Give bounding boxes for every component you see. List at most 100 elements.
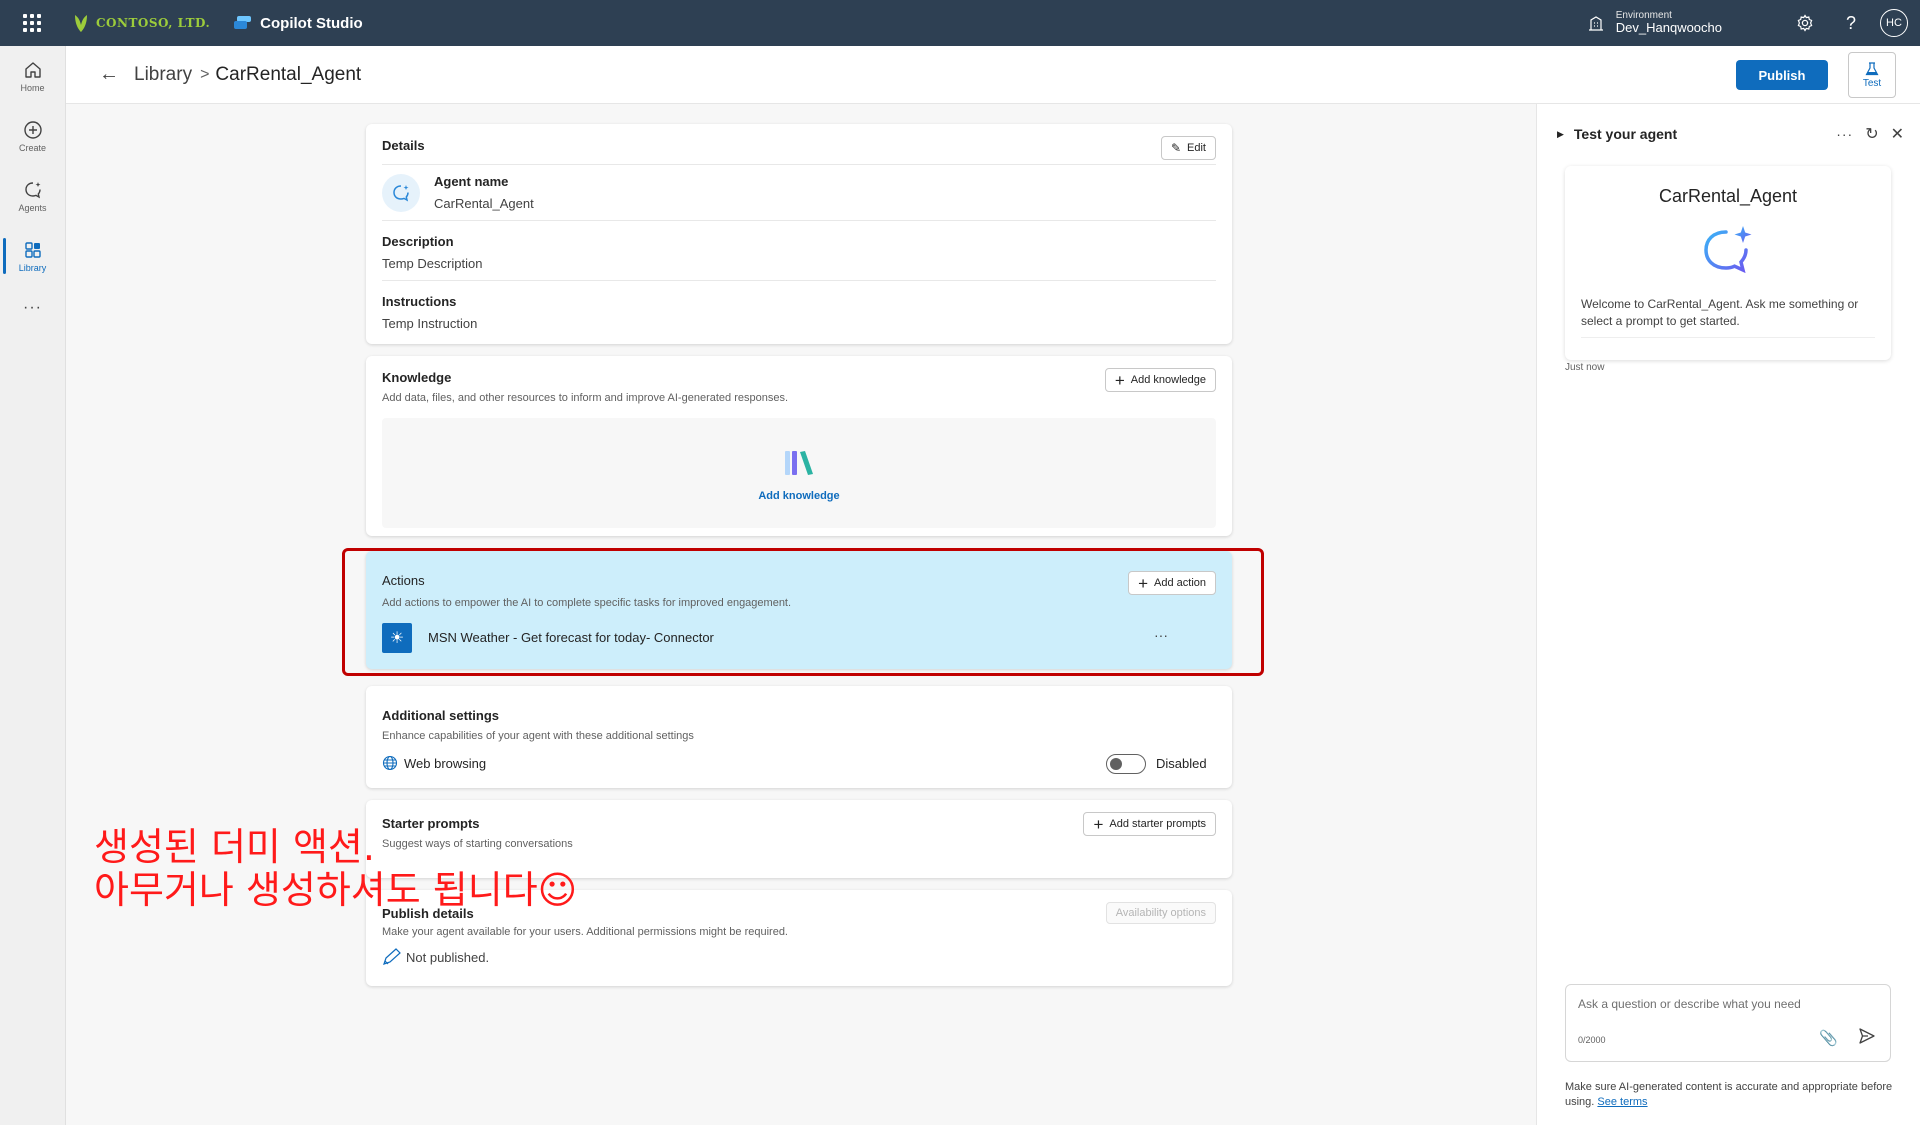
add-starter-prompts-label: Add starter prompts <box>1109 818 1206 830</box>
breadcrumb-library[interactable]: Library <box>134 64 192 86</box>
building-icon <box>1588 16 1603 31</box>
add-action-button[interactable]: + Add action <box>1128 571 1216 595</box>
question-icon: ? <box>1845 12 1856 33</box>
knowledge-subtitle: Add data, files, and other resources to … <box>382 392 789 404</box>
left-nav-rail: Home Create Agents Library ··· <box>0 46 66 1125</box>
home-icon <box>24 61 41 78</box>
product-title[interactable]: Copilot Studio <box>234 14 363 32</box>
welcome-message-card: CarRental_Agent Welcome to CarRental_Age… <box>1565 166 1891 360</box>
web-browsing-label: Web browsing <box>404 756 487 771</box>
actions-title: Actions <box>382 573 425 588</box>
add-starter-prompts-button[interactable]: + Add starter prompts <box>1083 812 1216 836</box>
brand-name: CONTOSO, LTD. <box>96 16 211 30</box>
avatar[interactable]: HC <box>1880 9 1908 37</box>
annotation-line-1: 생성된 더미 액션. <box>94 825 375 869</box>
knowledge-card: Knowledge Add data, files, and other res… <box>366 356 1232 536</box>
back-button[interactable]: ← <box>94 60 124 90</box>
see-terms-link[interactable]: See terms <box>1597 1096 1647 1108</box>
test-button-label: Test <box>1862 77 1882 89</box>
pen-draft-icon <box>383 948 401 965</box>
refresh-icon[interactable]: ↻ <box>1865 124 1878 144</box>
agents-icon <box>24 181 41 198</box>
test-agent-panel: ▶ Test your agent ··· ↻ ✕ CarRental_Agen… <box>1536 104 1920 1125</box>
settings-button[interactable] <box>1782 0 1828 46</box>
edit-button-label: Edit <box>1187 142 1206 154</box>
arrow-left-icon: ← <box>99 63 119 85</box>
action-item-name: MSN Weather - Get forecast for today- Co… <box>428 630 714 645</box>
pencil-icon: ✎ <box>1170 141 1182 155</box>
divider <box>382 280 1216 281</box>
nav-create[interactable]: Create <box>0 106 65 166</box>
gear-icon <box>1797 14 1813 32</box>
web-browsing-toggle[interactable] <box>1106 754 1146 774</box>
chat-input[interactable] <box>1578 997 1878 1011</box>
action-item[interactable]: ☀ MSN Weather - Get forecast for today- … <box>382 621 1216 653</box>
nav-agents[interactable]: Agents <box>0 166 65 226</box>
divider <box>382 220 1216 221</box>
copilot-studio-icon <box>234 16 252 29</box>
environment-value: Dev_Hanqwoocho <box>1615 20 1722 36</box>
actions-subtitle: Add actions to empower the AI to complet… <box>382 597 792 609</box>
collapse-caret-icon[interactable]: ▶ <box>1557 129 1564 140</box>
waffle-icon <box>23 14 41 32</box>
ai-disclaimer: Make sure AI-generated content is accura… <box>1565 1080 1895 1111</box>
details-title: Details <box>382 138 425 153</box>
welcome-agent-name: CarRental_Agent <box>1658 186 1798 206</box>
attach-icon[interactable]: 📎 <box>1819 1029 1838 1047</box>
knowledge-empty-state[interactable]: Add knowledge <box>382 418 1216 528</box>
environment-picker[interactable]: Environment Dev_Hanqwoocho <box>1588 10 1722 36</box>
brand-logo[interactable]: CONTOSO, LTD. <box>72 13 210 33</box>
message-timestamp: Just now <box>1565 362 1605 373</box>
agent-name-label: Agent name <box>434 174 509 189</box>
send-icon[interactable] <box>1858 1027 1876 1045</box>
product-name: Copilot Studio <box>260 14 363 32</box>
publish-status: Not published. <box>406 950 490 965</box>
more-options-icon[interactable]: ··· <box>1836 126 1853 142</box>
agent-chat-icon <box>393 185 409 202</box>
leaf-icon <box>75 15 87 32</box>
nav-library[interactable]: Library <box>0 226 65 286</box>
instructions-value: Temp Instruction <box>382 316 478 331</box>
description-value: Temp Description <box>382 256 483 271</box>
publish-button[interactable]: Publish <box>1736 60 1828 90</box>
help-button[interactable]: ? <box>1828 0 1874 46</box>
flask-icon <box>1865 61 1879 75</box>
details-card: Details ✎ Edit Agent name CarRental_Agen… <box>366 124 1232 344</box>
top-bar: CONTOSO, LTD. Copilot Studio Environment… <box>0 0 1920 46</box>
additional-settings-card: Additional settings Enhance capabilities… <box>366 686 1232 788</box>
nav-home[interactable]: Home <box>0 46 65 106</box>
panel-title: Test your agent <box>1573 126 1678 142</box>
welcome-message: Welcome to CarRental_Agent. Ask me somet… <box>1581 296 1875 338</box>
annotation-line-2: 아무거나 생성하셔도 됩니다☺ <box>94 867 578 912</box>
add-knowledge-button[interactable]: + Add knowledge <box>1104 368 1216 392</box>
plus-icon: + <box>1114 370 1125 390</box>
description-label: Description <box>382 234 454 249</box>
plus-icon: + <box>1093 814 1104 834</box>
weather-connector-icon: ☀ <box>382 623 412 653</box>
divider <box>382 164 1216 165</box>
edit-button[interactable]: ✎ Edit <box>1160 136 1216 160</box>
close-icon[interactable]: ✕ <box>1891 124 1904 144</box>
web-browsing-state: Disabled <box>1156 756 1207 771</box>
add-knowledge-label: Add knowledge <box>1130 374 1206 386</box>
test-button[interactable]: Test <box>1848 52 1896 98</box>
additional-settings-title: Additional settings <box>382 708 499 723</box>
additional-settings-subtitle: Enhance capabilities of your agent with … <box>382 730 694 742</box>
breadcrumb-separator: > <box>200 65 210 83</box>
nav-more-button[interactable]: ··· <box>0 286 65 330</box>
page-title: CarRental_Agent <box>215 63 362 85</box>
page-header: ← Library > CarRental_Agent Publish Test <box>66 46 1920 104</box>
nav-library-label: Library <box>18 262 47 273</box>
action-item-more-button[interactable]: ··· <box>1154 627 1168 643</box>
app-launcher-button[interactable] <box>0 0 64 46</box>
availability-options-button[interactable]: Availability options <box>1105 902 1216 924</box>
agent-name-value: CarRental_Agent <box>434 196 534 211</box>
knowledge-books-icon <box>785 451 813 475</box>
publish-details-subtitle: Make your agent available for your users… <box>382 926 788 938</box>
nav-home-label: Home <box>20 82 45 93</box>
char-count: 0/2000 <box>1578 1035 1606 1045</box>
library-icon <box>24 241 41 258</box>
add-action-label: Add action <box>1154 577 1206 589</box>
add-knowledge-link[interactable]: Add knowledge <box>382 490 1216 502</box>
instructions-label: Instructions <box>382 294 457 309</box>
